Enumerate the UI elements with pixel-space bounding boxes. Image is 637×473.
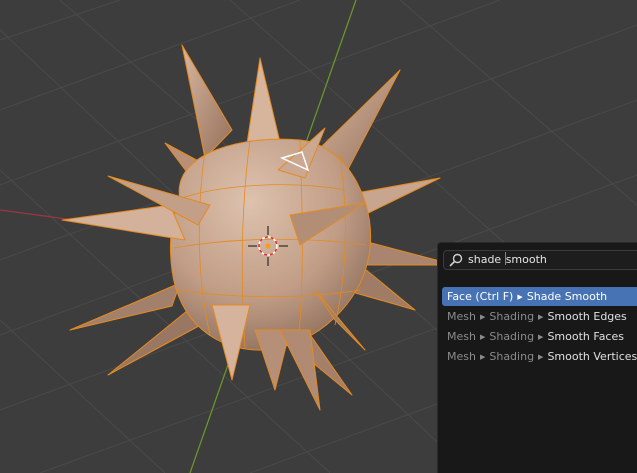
result-path-segment: Mesh: [447, 350, 476, 363]
path-separator-arrow-icon: ▶: [479, 313, 486, 321]
search-input[interactable]: shade smooth: [443, 250, 637, 270]
result-path-segment: Shading: [489, 310, 535, 323]
result-path-segment: Face (Ctrl F): [447, 290, 514, 303]
path-separator-arrow-icon: ▶: [479, 353, 486, 361]
result-operator-name: Smooth Vertices: [547, 350, 637, 363]
search-result-item[interactable]: Face (Ctrl F) ▶ Shade Smooth: [442, 287, 637, 306]
search-result-item[interactable]: Mesh ▶ Shading ▶ Smooth Vertices: [442, 347, 637, 366]
query-before-caret: shade: [468, 253, 505, 266]
path-separator-arrow-icon: ▶: [479, 333, 486, 341]
result-operator-name: Smooth Edges: [547, 310, 627, 323]
result-path-segment: Mesh: [447, 330, 476, 343]
search-result-item[interactable]: Mesh ▶ Shading ▶ Smooth Faces: [442, 327, 637, 346]
search-result-item[interactable]: Mesh ▶ Shading ▶ Smooth Edges: [442, 307, 637, 326]
path-separator-arrow-icon: ▶: [538, 313, 544, 321]
result-path-segment: Shading: [489, 350, 535, 363]
path-separator-arrow-icon: ▶: [517, 293, 523, 301]
search-query: shade smooth: [468, 251, 547, 269]
result-path-segment: Mesh: [447, 310, 476, 323]
path-separator-arrow-icon: ▶: [538, 333, 544, 341]
search-results-list: Face (Ctrl F) ▶ Shade Smooth Mesh ▶ Shading ▶ S…: [442, 287, 637, 367]
search-icon: [449, 253, 463, 267]
result-path-segment: Shading: [489, 330, 535, 343]
query-after-caret: smooth: [505, 253, 547, 266]
result-operator-name: Shade Smooth: [526, 290, 608, 303]
result-operator-name: Smooth Faces: [547, 330, 624, 343]
operator-search-menu[interactable]: shade smooth Face (Ctrl F) ▶ Shade Smooth M…: [437, 242, 637, 473]
path-separator-arrow-icon: ▶: [538, 353, 544, 361]
